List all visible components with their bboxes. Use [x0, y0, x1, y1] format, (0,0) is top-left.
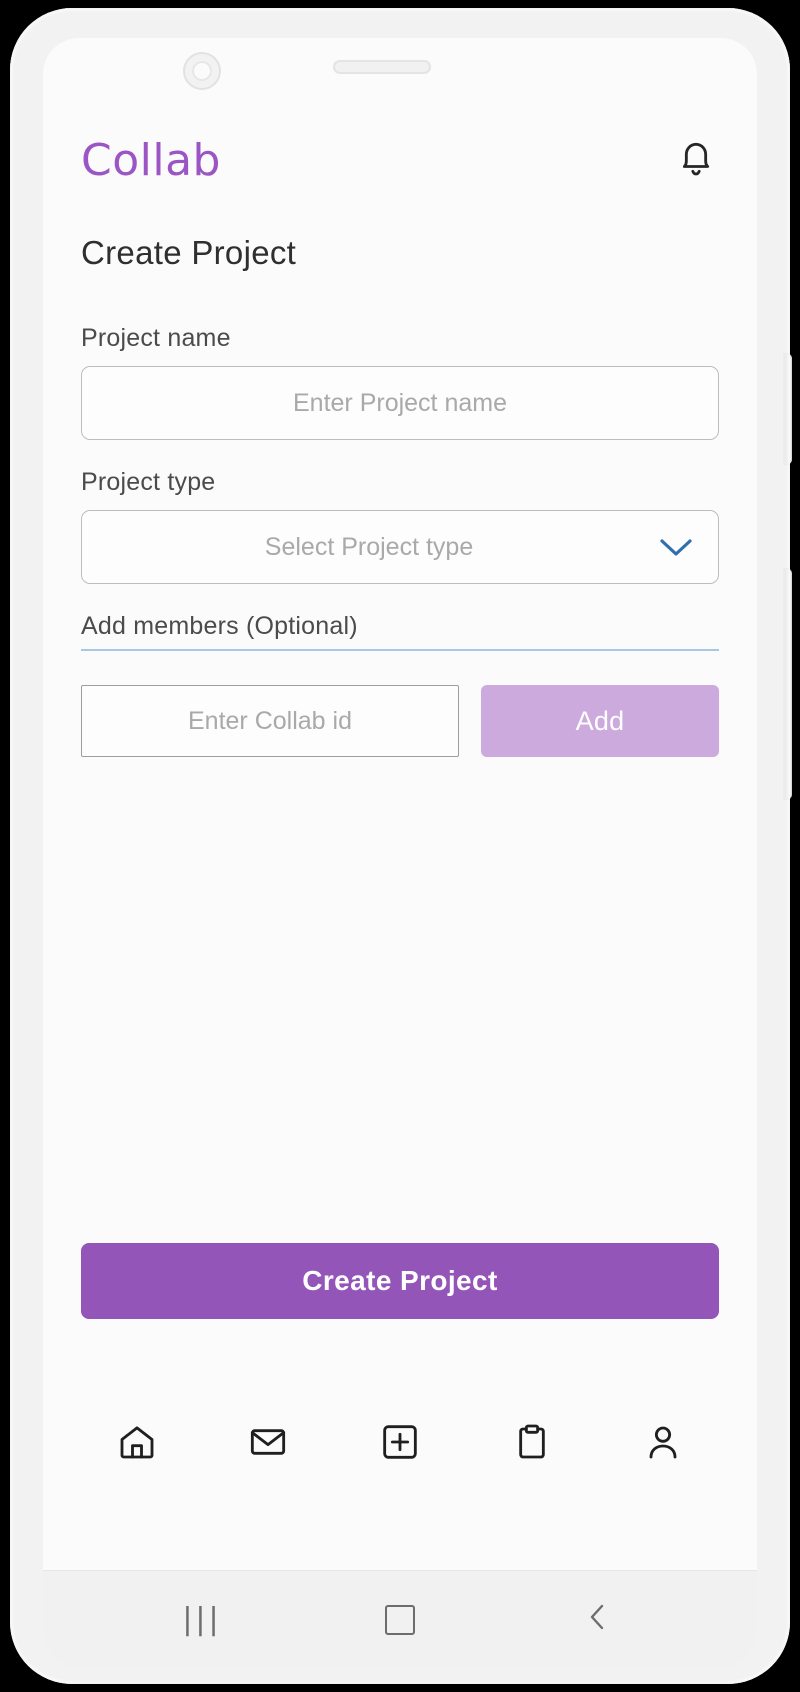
bottom-tab-bar	[43, 1396, 757, 1492]
clipboard-icon	[512, 1422, 552, 1467]
person-icon	[643, 1422, 683, 1467]
phone-screen: Collab Create Project Project name Proje…	[43, 38, 757, 1668]
add-members-row: Add	[81, 685, 719, 757]
create-project-cta-wrap: Create Project	[81, 1243, 719, 1319]
system-recents-button[interactable]: |||	[174, 1592, 230, 1648]
project-name-input[interactable]	[81, 366, 719, 440]
create-project-form: Project name Project type Add members (O…	[43, 324, 757, 757]
project-type-field: Project type	[81, 468, 719, 584]
create-project-button[interactable]: Create Project	[81, 1243, 719, 1319]
tab-home[interactable]	[105, 1412, 169, 1476]
project-type-input[interactable]	[81, 510, 719, 584]
tab-tasks[interactable]	[500, 1412, 564, 1476]
tab-profile[interactable]	[631, 1412, 695, 1476]
tab-messages[interactable]	[236, 1412, 300, 1476]
front-camera	[183, 52, 221, 90]
mail-icon	[248, 1422, 288, 1467]
project-type-select[interactable]	[81, 510, 719, 584]
system-home-button[interactable]	[372, 1592, 428, 1648]
app-logo: Collab	[81, 139, 221, 183]
device-sensor-bar	[43, 38, 757, 102]
back-chevron-icon	[585, 1602, 611, 1637]
earpiece-speaker	[333, 60, 431, 74]
project-type-label: Project type	[81, 468, 719, 497]
app-header: Collab	[43, 102, 757, 186]
system-navigation-bar: |||	[43, 1570, 757, 1668]
square-icon	[385, 1605, 415, 1635]
project-name-field: Project name	[81, 324, 719, 440]
power-button[interactable]	[783, 568, 792, 800]
add-member-button[interactable]: Add	[481, 685, 719, 757]
bell-icon	[676, 137, 716, 186]
add-members-header: Add members (Optional)	[81, 612, 719, 651]
add-members-label: Add members (Optional)	[81, 612, 719, 641]
plus-square-icon	[380, 1422, 420, 1467]
home-icon	[117, 1422, 157, 1467]
collab-id-input[interactable]	[81, 685, 459, 757]
notifications-button[interactable]	[673, 136, 719, 186]
phone-frame: Collab Create Project Project name Proje…	[10, 8, 790, 1684]
volume-button[interactable]	[783, 353, 792, 465]
system-back-button[interactable]	[570, 1592, 626, 1648]
recents-icon: |||	[182, 1602, 221, 1637]
project-name-label: Project name	[81, 324, 719, 353]
page-title: Create Project	[81, 234, 757, 272]
tab-create[interactable]	[368, 1412, 432, 1476]
